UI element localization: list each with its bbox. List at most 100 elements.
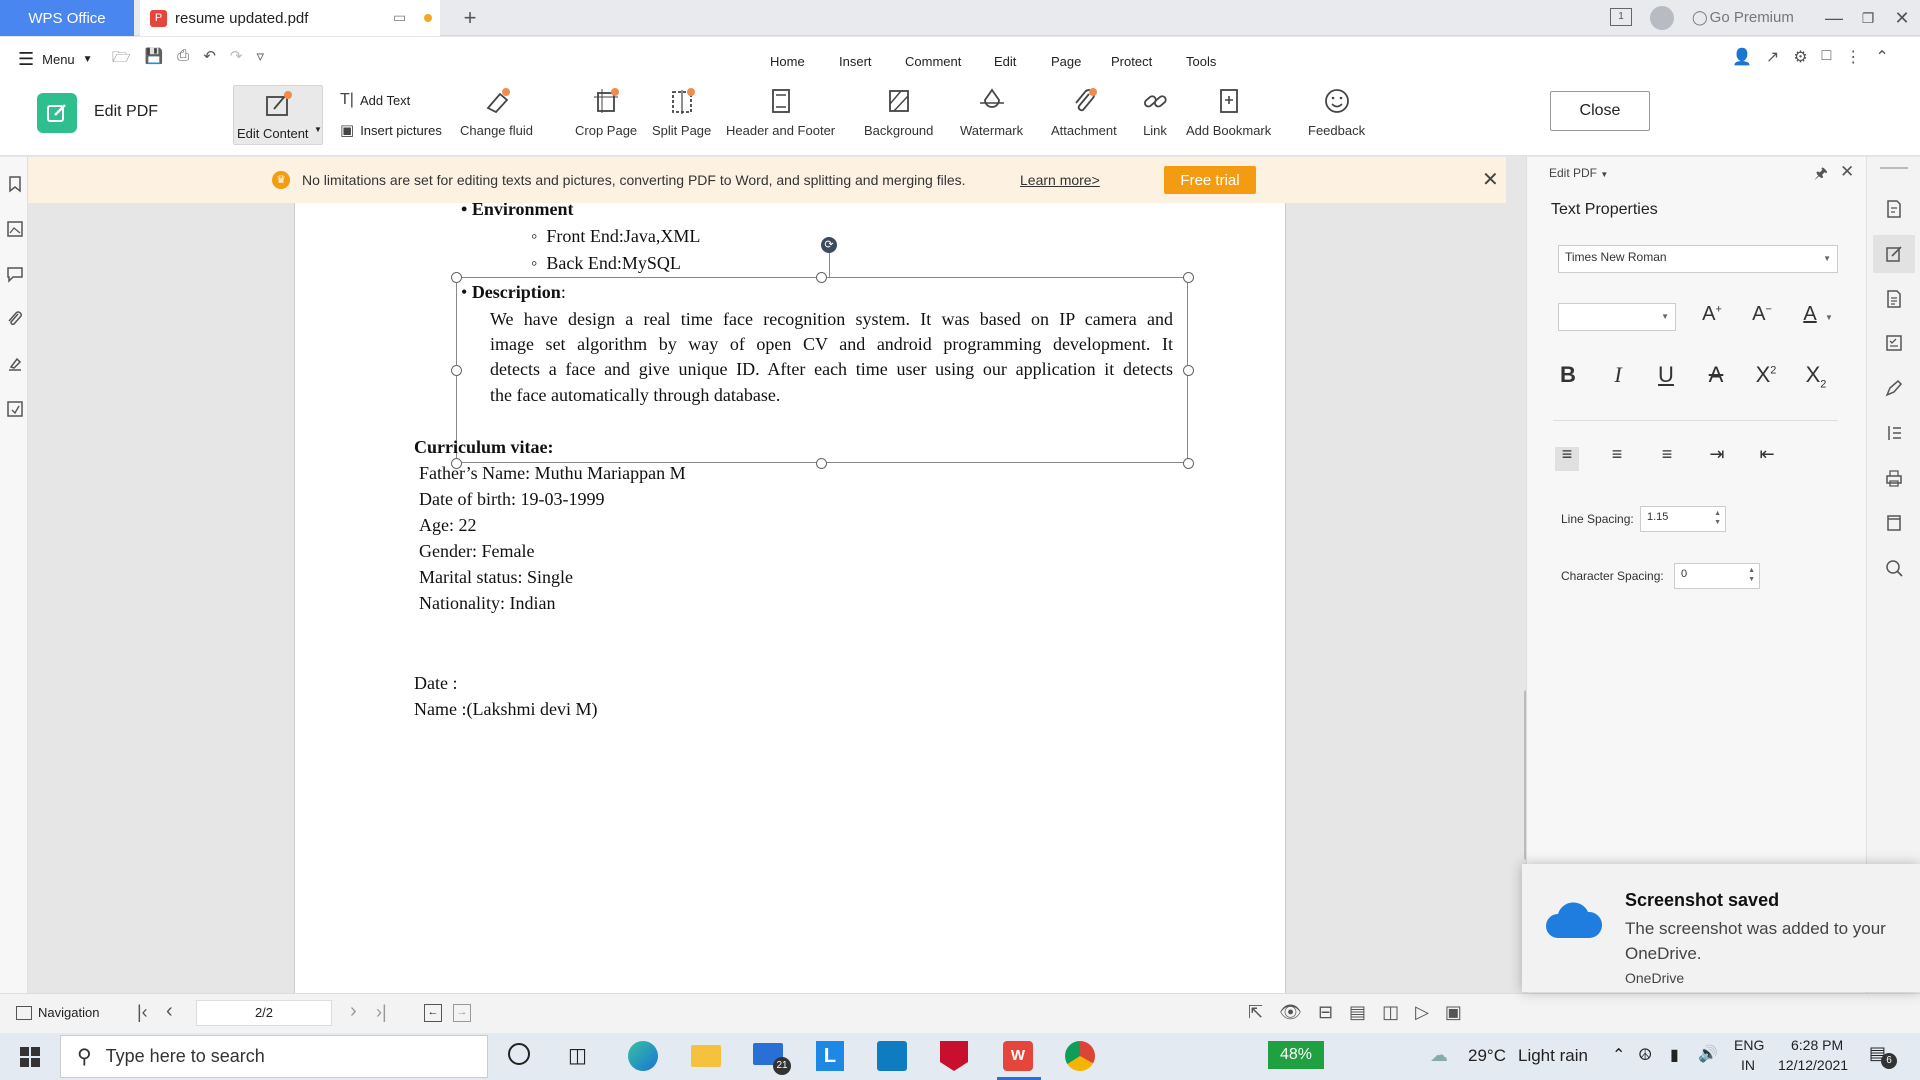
next-page-icon[interactable]: › — [350, 1000, 357, 1023]
chevron-down-icon[interactable]: ▼ — [1825, 313, 1833, 322]
export-icon[interactable]: ⇱ — [1248, 1002, 1263, 1023]
go-premium-button[interactable]: ◯ Go Premium — [1692, 9, 1794, 26]
compare-icon[interactable] — [6, 400, 24, 418]
file-edit-icon[interactable] — [1884, 199, 1904, 219]
resize-handle-top-right[interactable] — [1183, 272, 1194, 283]
minimize-icon[interactable]: — — [1820, 4, 1848, 32]
windows-start-icon[interactable] — [20, 1047, 40, 1067]
page-count-icon[interactable]: 1 — [1610, 8, 1632, 26]
navigation-button[interactable]: Navigation — [16, 1005, 99, 1020]
stepper-arrows-icon[interactable]: ▲ ▼ — [1748, 566, 1755, 584]
file-explorer-icon[interactable] — [691, 1045, 721, 1067]
indent-decrease-icon[interactable]: ⇤ — [1752, 444, 1782, 465]
more-vertical-icon[interactable]: ⋮ — [1845, 47, 1861, 67]
customize-dropdown-icon[interactable]: ▿ — [256, 47, 264, 72]
checklist-icon[interactable] — [1884, 333, 1904, 353]
language-indicator[interactable]: ENG — [1734, 1037, 1764, 1053]
region-indicator[interactable]: IN — [1741, 1057, 1755, 1073]
weather-temperature[interactable]: 29°C — [1468, 1046, 1506, 1066]
font-color-icon[interactable]: A — [1795, 303, 1825, 326]
underline-icon[interactable]: U — [1651, 362, 1681, 388]
increase-font-icon[interactable]: A+ — [1697, 303, 1727, 326]
cortana-icon[interactable] — [508, 1043, 530, 1065]
align-left-icon[interactable]: ≡ — [1552, 444, 1582, 465]
comments-panel-icon[interactable] — [6, 265, 24, 283]
clock-date[interactable]: 12/12/2021 — [1778, 1057, 1848, 1073]
align-center-icon[interactable]: ≡ — [1602, 444, 1632, 465]
page-number-input[interactable]: 2/2 — [196, 1000, 332, 1026]
mcafee-icon[interactable] — [940, 1041, 968, 1071]
open-folder-icon[interactable]: 🗁 — [112, 47, 131, 72]
book-icon[interactable] — [1884, 513, 1904, 533]
change-fluid-button[interactable]: Change fluid — [460, 85, 533, 138]
battery-widget[interactable]: 48% — [1268, 1041, 1324, 1069]
taskbar-search-box[interactable]: ⚲ Type here to search — [60, 1035, 488, 1078]
collapse-ribbon-icon[interactable]: ⌃ — [1875, 47, 1888, 67]
single-page-icon[interactable]: ▤ — [1349, 1002, 1366, 1023]
line-spacing-stepper[interactable]: 1.15 ▲ ▼ — [1640, 506, 1726, 532]
show-hidden-icons-chevron-icon[interactable]: ⌃ — [1612, 1045, 1625, 1065]
strikethrough-icon[interactable]: A — [1701, 362, 1731, 388]
chrome-icon[interactable] — [1065, 1041, 1095, 1071]
font-family-select[interactable]: Times New Roman ▼ — [1558, 245, 1838, 273]
tab-home[interactable]: Home — [770, 54, 805, 69]
resize-handle-right[interactable] — [1183, 365, 1194, 376]
background-button[interactable]: Background — [864, 85, 933, 138]
search-document-icon[interactable] — [1884, 558, 1904, 578]
feedback-button[interactable]: Feedback — [1308, 85, 1365, 138]
onedrive-app-icon[interactable] — [877, 1041, 907, 1071]
close-notice-icon[interactable]: ✕ — [1482, 167, 1499, 192]
tab-comment[interactable]: Comment — [905, 54, 961, 69]
save-icon[interactable]: 💾 — [145, 47, 164, 72]
document-lines-icon[interactable] — [1884, 289, 1904, 309]
share-user-icon[interactable]: 👤 — [1732, 47, 1752, 67]
resize-handle-bottom[interactable] — [816, 458, 827, 469]
actual-size-icon[interactable]: ▣ — [1445, 1002, 1462, 1023]
task-view-icon[interactable]: ◫ — [568, 1043, 587, 1068]
edge-browser-icon[interactable] — [628, 1041, 658, 1071]
stepper-arrows-icon[interactable]: ▲ ▼ — [1714, 509, 1721, 527]
edit-text-icon[interactable] — [1884, 244, 1904, 264]
wps-taskbar-icon[interactable]: W — [1003, 1041, 1033, 1071]
attachment-button[interactable]: Attachment — [1051, 85, 1117, 138]
signature-icon[interactable] — [6, 355, 24, 373]
network-icon[interactable]: ☮ — [1638, 1045, 1652, 1065]
menu-button[interactable]: ☰ Menu ▼ — [18, 49, 93, 70]
close-panel-icon[interactable]: ✕ — [1840, 162, 1854, 182]
free-trial-button[interactable]: Free trial — [1164, 166, 1256, 194]
double-page-icon[interactable]: ◫ — [1382, 1002, 1399, 1023]
forward-view-icon[interactable]: → — [453, 1004, 471, 1022]
eye-protection-icon[interactable]: 👁 — [1279, 1002, 1302, 1023]
indent-increase-icon[interactable]: ⇥ — [1702, 444, 1732, 465]
decrease-font-icon[interactable]: A− — [1747, 303, 1777, 326]
new-tab-plus-icon[interactable]: + — [456, 4, 484, 32]
split-page-button[interactable]: Split Page — [652, 85, 711, 138]
add-bookmark-button[interactable]: Add Bookmark — [1186, 85, 1271, 138]
gear-icon[interactable]: ⚙ — [1793, 47, 1807, 67]
back-view-icon[interactable]: ← — [424, 1004, 442, 1022]
bookmark-icon[interactable] — [6, 175, 24, 193]
play-slideshow-icon[interactable]: ▷ — [1415, 1002, 1429, 1023]
subscript-icon[interactable]: X2 — [1801, 362, 1831, 390]
close-window-icon[interactable]: ✕ — [1888, 4, 1916, 32]
restore-icon[interactable]: ❐ — [1854, 4, 1882, 32]
resize-handle-bottom-right[interactable] — [1183, 458, 1194, 469]
wps-office-tab[interactable]: WPS Office — [0, 0, 134, 36]
clock-time[interactable]: 6:28 PM — [1791, 1037, 1843, 1053]
document-tab[interactable]: P resume updated.pdf ▭ — [140, 0, 440, 36]
header-footer-button[interactable]: Header and Footer — [726, 85, 835, 138]
column-layout-icon[interactable] — [1884, 423, 1904, 443]
fit-width-icon[interactable]: ⊟ — [1318, 1002, 1333, 1023]
undo-icon[interactable]: ↶ — [203, 47, 216, 72]
first-page-icon[interactable]: |‹ — [137, 1002, 148, 1023]
close-edit-button[interactable]: Close — [1550, 91, 1650, 131]
last-page-icon[interactable]: ›| — [376, 1002, 387, 1023]
monitor-icon[interactable]: ▭ — [393, 9, 406, 26]
tab-page[interactable]: Page — [1051, 54, 1081, 69]
font-size-select[interactable]: ▼ — [1558, 303, 1676, 331]
insert-pictures-button[interactable]: ▣ Insert pictures — [340, 121, 442, 139]
drag-handle[interactable] — [1880, 167, 1908, 169]
pen-tool-icon[interactable] — [1884, 378, 1904, 398]
previous-page-icon[interactable]: ‹ — [166, 1000, 173, 1023]
battery-tray-icon[interactable]: ▮ — [1670, 1045, 1679, 1065]
